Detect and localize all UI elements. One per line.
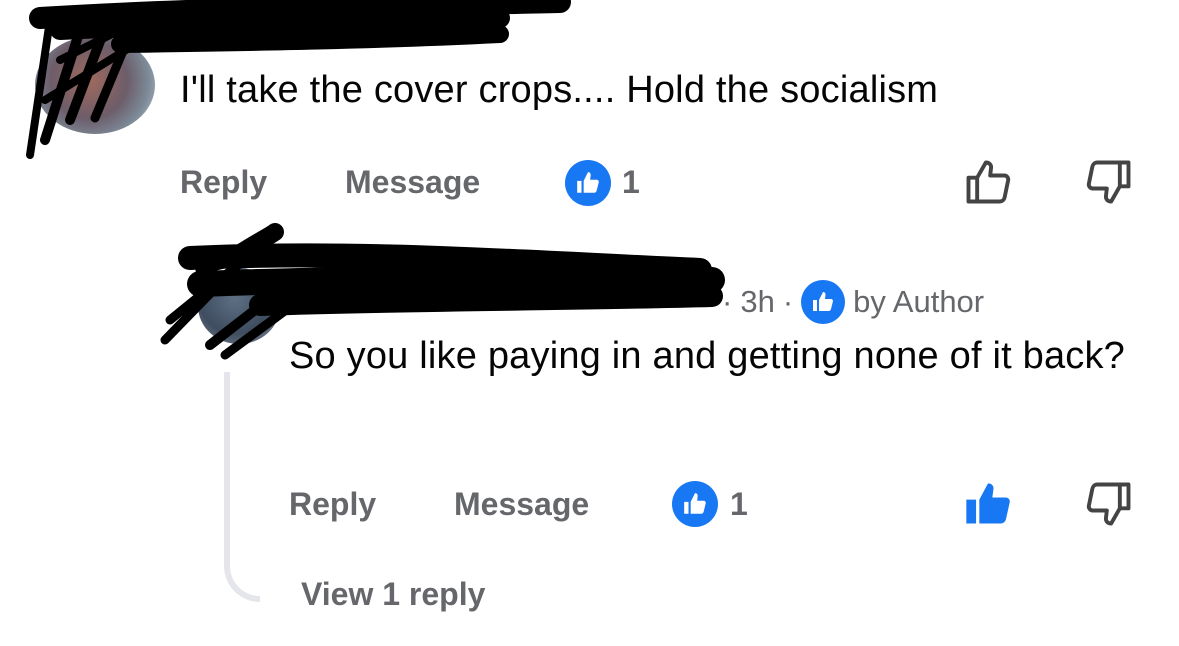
comment-text: I'll take the cover crops.... Hold the s…	[180, 69, 939, 111]
thumbs-up-filled-icon[interactable]	[962, 478, 1014, 530]
message-button[interactable]: Message	[345, 164, 480, 201]
like-count: 1	[730, 486, 748, 522]
like-reaction-icon	[565, 160, 611, 206]
replier-avatar[interactable]	[198, 268, 280, 344]
reply-timestamp: 3h	[740, 284, 775, 319]
thumbs-down-icon[interactable]	[1083, 156, 1135, 208]
commenter-avatar[interactable]	[35, 36, 155, 134]
reply-author-name[interactable]: James	[290, 278, 387, 314]
thumbs-down-icon[interactable]	[1083, 478, 1135, 530]
thread-line	[224, 372, 260, 602]
like-reaction-icon	[672, 481, 718, 527]
reply-button[interactable]: Reply	[289, 486, 376, 523]
view-replies-link[interactable]: View 1 reply	[301, 576, 485, 613]
author-badge-label: by Author	[853, 284, 985, 319]
author-like-icon	[801, 280, 846, 324]
reply-meta: · 3h · by Author	[722, 280, 984, 324]
like-count: 1	[622, 164, 640, 200]
reply-button[interactable]: Reply	[180, 164, 267, 201]
meta-separator: ·	[722, 284, 733, 319]
meta-separator: ·	[782, 284, 794, 319]
message-button[interactable]: Message	[454, 486, 589, 523]
thumbs-up-icon[interactable]	[962, 156, 1014, 208]
reply-text: So you like paying in and getting none o…	[289, 335, 1126, 377]
